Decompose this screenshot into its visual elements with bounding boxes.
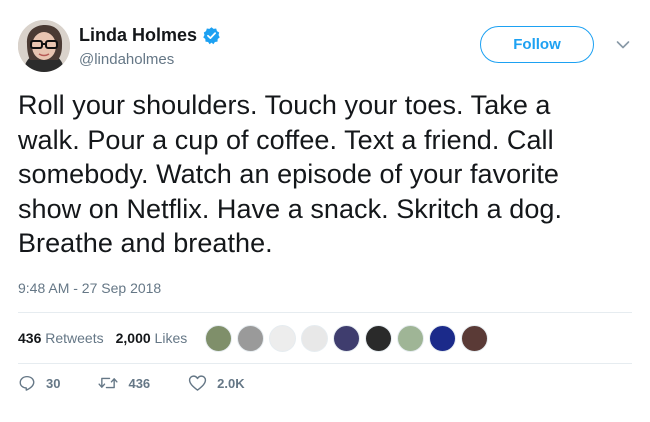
reply-count: 30 [46,375,61,391]
heart-icon [189,375,207,391]
retweets-count: 436 [18,330,42,346]
likes-label: Likes [154,330,188,346]
retweets-label: Retweets [45,330,104,346]
tweet-text-line: Roll your shoulders. Touch your toes. Ta… [18,90,551,120]
tweet-actions: 30 436 2.0K [18,374,283,392]
liker-avatar[interactable] [365,324,393,352]
likes-stat[interactable]: 2,000 Likes [116,330,188,346]
tweet-header: Linda Holmes @lindaholmes Follow [18,20,632,76]
tweet-text-line: somebody. Watch an episode of your favor… [18,159,559,189]
tweet-stats: 436 Retweets 2,000 Likes [18,313,632,363]
author-avatar[interactable] [18,20,70,72]
tweet-text-line: walk. Pour a cup of coffee. Text a frien… [18,124,554,155]
chevron-down-icon[interactable] [616,40,630,50]
retweet-icon [98,377,119,389]
liker-avatar[interactable] [461,324,489,352]
reply-icon [19,375,35,391]
tweet-text: Roll your shoulders. Touch your toes. Ta… [18,88,630,261]
tweet-text-line: show on Netflix. Have a snack. Skritch a… [18,193,563,224]
liker-avatar[interactable] [429,324,457,352]
author-name-row[interactable]: Linda Holmes [79,24,221,46]
liker-avatar[interactable] [269,324,297,352]
author-display-name[interactable]: Linda Holmes [79,24,197,46]
likes-count: 2,000 [115,330,151,346]
verified-badge-icon [203,26,220,44]
divider [18,363,632,364]
profile-photo-avatar [18,20,70,72]
liker-avatars [205,324,493,352]
author-handle[interactable]: @lindaholmes [79,51,221,69]
tweet-text-line: Breathe and breathe. [18,228,273,258]
liker-avatar[interactable] [237,324,265,352]
like-button[interactable]: 2.0K [188,374,245,392]
tweet-timestamp[interactable]: 9:48 AM - 27 Sep 2018 [18,280,161,296]
follow-button[interactable]: Follow [480,26,594,63]
retweets-stat[interactable]: 436 Retweets [18,330,104,346]
retweet-count: 436 [128,375,151,391]
reply-button[interactable]: 30 [18,374,60,392]
liker-avatar[interactable] [397,324,425,352]
retweet-button[interactable]: 436 [98,374,150,392]
like-count: 2.0K [217,375,245,391]
liker-avatar[interactable] [301,324,329,352]
liker-avatar[interactable] [333,324,361,352]
liker-avatar[interactable] [205,324,233,352]
